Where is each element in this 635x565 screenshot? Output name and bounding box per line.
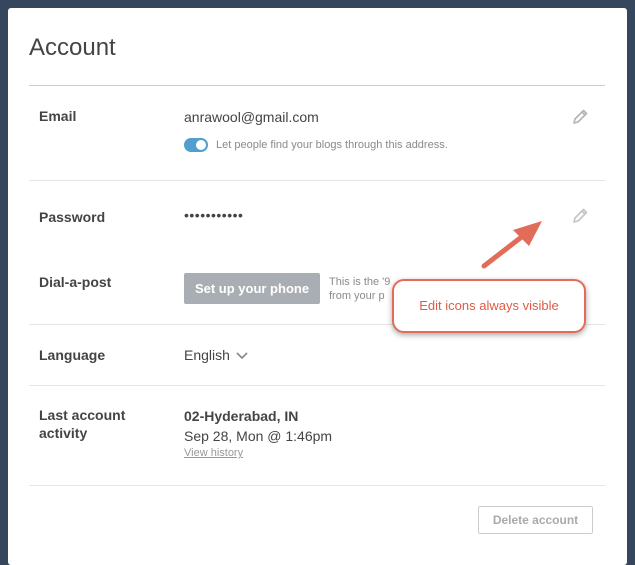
row-divider [29, 385, 605, 386]
email-discoverable-toggle[interactable] [184, 138, 208, 152]
account-card: Account Email anrawool@gmail.com Let peo… [8, 8, 627, 565]
toggle-knob [196, 140, 206, 150]
row-divider [29, 180, 605, 181]
annotation-callout: Edit icons always visible [392, 279, 586, 333]
language-value: English [184, 347, 230, 363]
last-activity-label-line1: Last account [39, 407, 126, 423]
dial-a-post-label: Dial-a-post [39, 274, 112, 290]
activity-location: 02-Hyderabad, IN [184, 408, 299, 424]
email-edit-pencil-icon[interactable] [571, 108, 589, 126]
set-up-phone-button[interactable]: Set up your phone [184, 273, 320, 304]
dial-desc-line1: This is the '9 [329, 276, 391, 288]
page-title: Account [29, 34, 116, 61]
title-divider [29, 85, 605, 86]
view-history-link[interactable]: View history [184, 447, 243, 459]
chevron-down-icon [236, 352, 248, 360]
email-value: anrawool@gmail.com [184, 109, 319, 125]
last-activity-label: Last account activity [39, 406, 125, 442]
email-label: Email [39, 108, 77, 124]
language-select[interactable]: English [184, 346, 248, 364]
row-divider [29, 485, 605, 486]
password-edit-pencil-icon[interactable] [571, 207, 589, 225]
pencil-icon [573, 109, 588, 124]
dial-desc-line2: from your p [329, 290, 385, 302]
activity-time: Sep 28, Mon @ 1:46pm [184, 428, 333, 444]
language-label: Language [39, 347, 106, 363]
password-label: Password [39, 209, 106, 225]
email-toggle-label: Let people find your blogs through this … [216, 139, 448, 151]
dial-a-post-description: This is the '9 from your p [329, 275, 395, 303]
delete-account-button[interactable]: Delete account [478, 506, 593, 534]
pencil-icon [573, 208, 588, 223]
last-activity-label-line2: activity [39, 425, 88, 441]
password-value: ••••••••••• [184, 207, 244, 223]
